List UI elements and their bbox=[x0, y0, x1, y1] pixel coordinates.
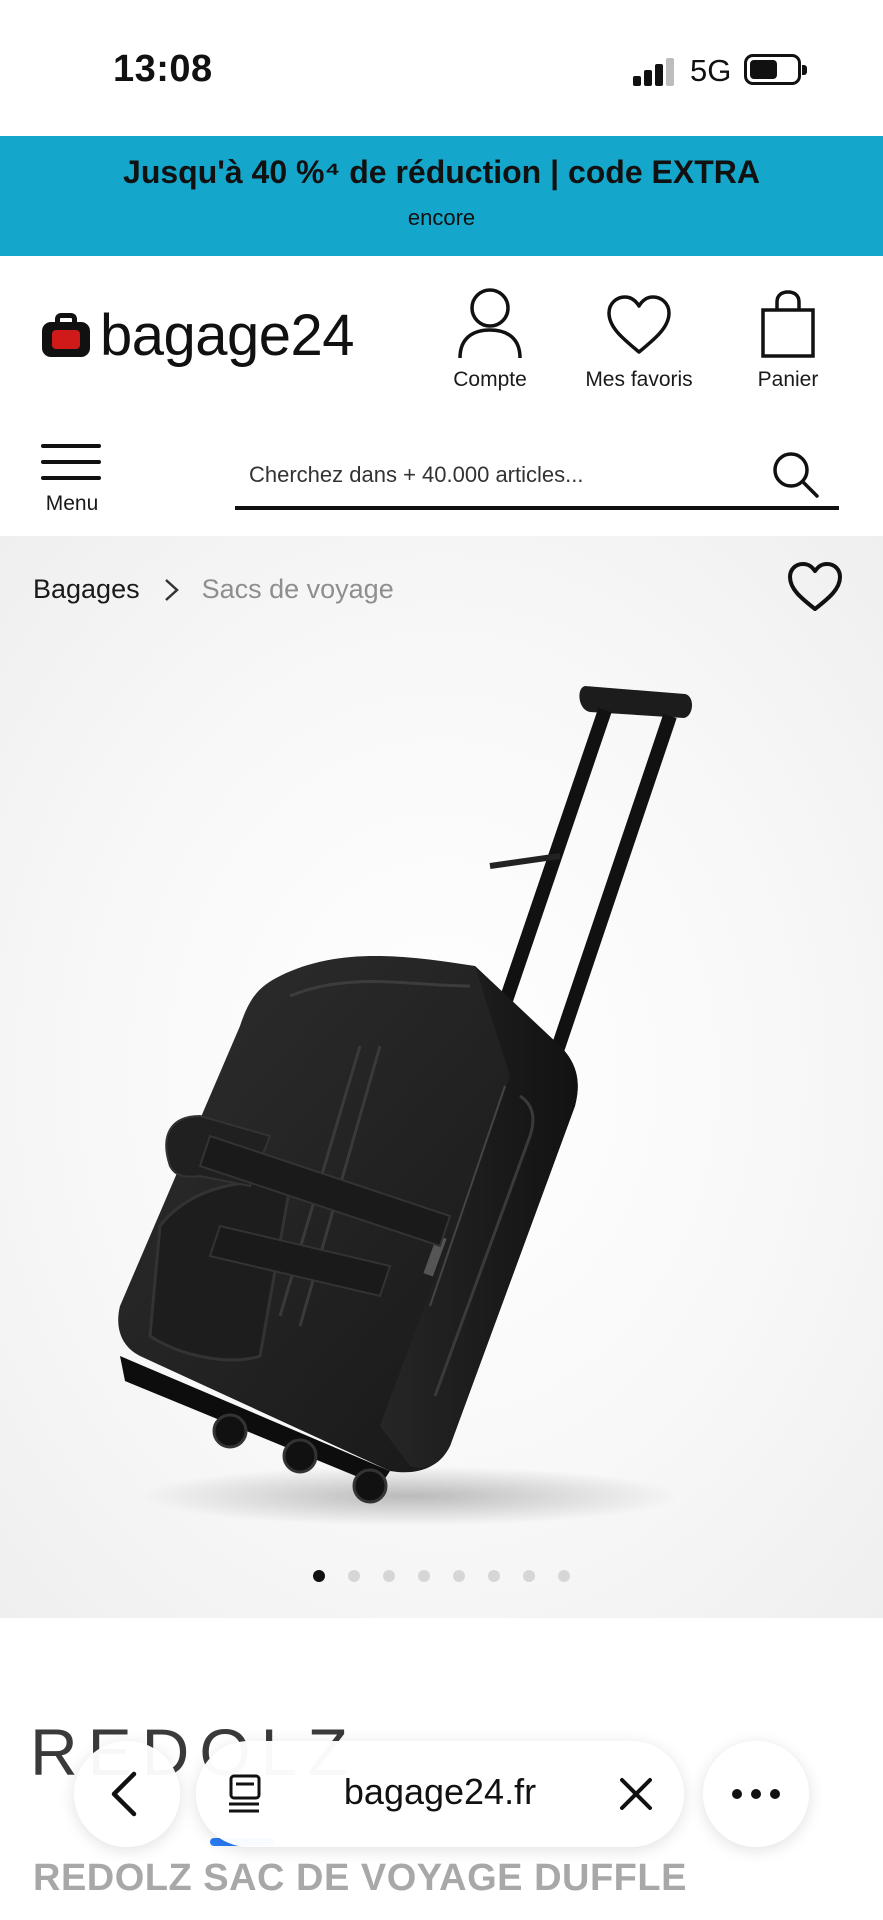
cart-label: Panier bbox=[757, 368, 819, 391]
address-bar[interactable]: bagage24.fr bbox=[196, 1741, 684, 1847]
back-button[interactable] bbox=[74, 1741, 180, 1847]
search-input[interactable] bbox=[249, 456, 749, 494]
gallery-dot[interactable] bbox=[488, 1570, 500, 1582]
more-dots-icon bbox=[732, 1789, 780, 1799]
gallery-dot[interactable] bbox=[523, 1570, 535, 1582]
gallery-dot[interactable] bbox=[418, 1570, 430, 1582]
product-gallery: Bagages Sacs de voyage bbox=[0, 536, 883, 1618]
status-bar: 13:08 5G bbox=[0, 0, 883, 136]
breadcrumb-item[interactable]: Bagages bbox=[33, 574, 140, 605]
promo-title: Jusqu'à 40 %⁴ de réduction | code EXTRA bbox=[123, 154, 760, 190]
add-to-favorites-heart-icon[interactable] bbox=[787, 561, 843, 613]
account-label: Compte bbox=[453, 368, 527, 391]
user-icon bbox=[425, 286, 555, 364]
account-button[interactable]: Compte bbox=[425, 286, 555, 396]
gallery-pagination[interactable] bbox=[0, 1570, 883, 1582]
more-options-button[interactable] bbox=[703, 1741, 809, 1847]
chevron-right-icon bbox=[164, 578, 179, 601]
chevron-left-icon bbox=[111, 1771, 137, 1817]
favorites-label: Mes favoris bbox=[585, 368, 693, 391]
bag-logo-icon bbox=[42, 313, 90, 357]
close-icon[interactable] bbox=[616, 1774, 656, 1814]
signal-icon bbox=[633, 58, 675, 86]
gallery-dot[interactable] bbox=[453, 1570, 465, 1582]
breadcrumb-item-current[interactable]: Sacs de voyage bbox=[202, 574, 394, 605]
search-bar[interactable] bbox=[235, 440, 839, 510]
network-type: 5G bbox=[690, 53, 732, 88]
status-time: 13:08 bbox=[113, 48, 213, 90]
product-image[interactable] bbox=[80, 666, 720, 1566]
battery-icon bbox=[744, 54, 807, 85]
favorites-button[interactable]: Mes favoris bbox=[574, 286, 704, 396]
menu-label: Menu bbox=[45, 492, 99, 515]
promo-subtitle: encore bbox=[407, 205, 476, 230]
product-title: REDOLZ SAC DE VOYAGE DUFFLE bbox=[33, 1857, 687, 1899]
gallery-dot[interactable] bbox=[313, 1570, 325, 1582]
gallery-dot[interactable] bbox=[383, 1570, 395, 1582]
search-icon[interactable] bbox=[771, 450, 821, 500]
gallery-dot[interactable] bbox=[558, 1570, 570, 1582]
site-header: bagage24 Compte Mes favoris Panier Menu … bbox=[0, 256, 883, 536]
gallery-dot[interactable] bbox=[348, 1570, 360, 1582]
site-logo[interactable]: bagage24 bbox=[42, 300, 355, 370]
cart-button[interactable]: Panier bbox=[723, 286, 853, 396]
hamburger-icon bbox=[28, 434, 116, 492]
heart-icon bbox=[574, 286, 704, 364]
menu-button[interactable]: Menu bbox=[28, 434, 116, 524]
shopping-bag-icon bbox=[723, 286, 853, 364]
promo-banner[interactable]: Jusqu'à 40 %⁴ de réduction | code EXTRA … bbox=[0, 136, 883, 256]
breadcrumb: Bagages Sacs de voyage bbox=[33, 574, 394, 605]
url-domain: bagage24.fr bbox=[343, 1771, 537, 1812]
logo-text: bagage24 bbox=[100, 302, 355, 368]
